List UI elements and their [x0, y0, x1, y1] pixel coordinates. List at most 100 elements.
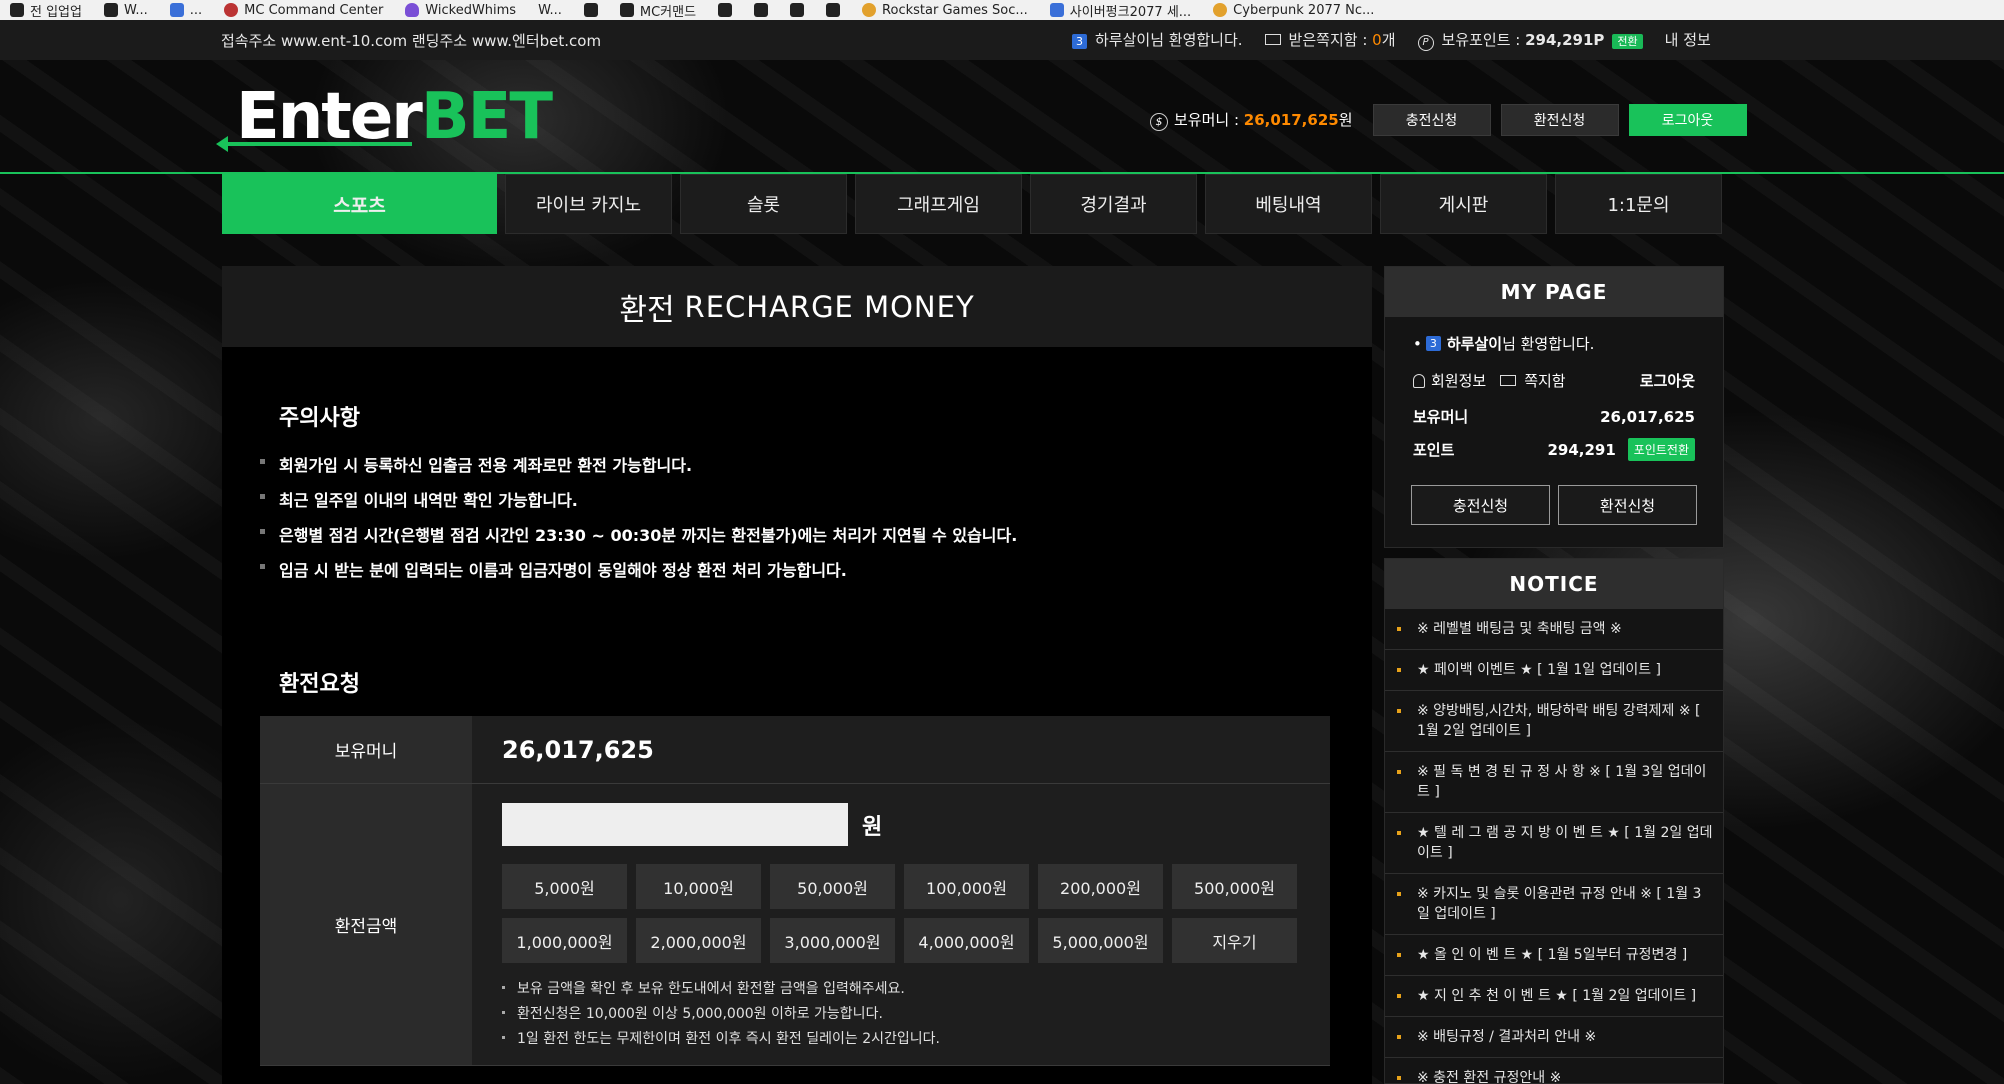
nav-bet-history[interactable]: 베팅내역 [1205, 174, 1372, 234]
nav-slot[interactable]: 슬롯 [680, 174, 847, 234]
amount-chip-500000[interactable]: 500,000원 [1172, 864, 1297, 909]
points-display: P 보유포인트 : 294,291P 전환 [1417, 29, 1643, 51]
my-page-links: 회원정보 쪽지함 로그아웃 [1413, 370, 1695, 391]
bookmark-icon [169, 3, 184, 17]
bookmark-item[interactable]: Rockstar Games Soc... [862, 3, 1028, 18]
amount-chip-3000000[interactable]: 3,000,000원 [770, 918, 895, 963]
messages-link[interactable]: 받은쪽지함 : 0개 [1264, 29, 1396, 50]
amount-chip-4000000[interactable]: 4,000,000원 [904, 918, 1029, 963]
main-nav: 스포츠 라이브 카지노 슬롯 그래프게임 경기결과 베팅내역 게시판 1:1문의 [222, 174, 1722, 234]
bookmark-item[interactable] [583, 3, 598, 17]
bookmark-icon [718, 3, 733, 17]
header-exchange-button[interactable]: 환전신청 [1500, 104, 1619, 136]
header-money: $ 보유머니 : 26,017,625원 [1150, 109, 1353, 131]
amount-chip-5000[interactable]: 5,000원 [502, 864, 627, 909]
page-title: 환전 RECHARGE MONEY [222, 266, 1372, 347]
notice-item[interactable]: ※ 배팅규정 / 결과처리 안내 ※ [1385, 1017, 1723, 1058]
bookmark-icon [10, 3, 24, 17]
caution-item: 입금 시 받는 분에 입력되는 이름과 입금자명이 동일해야 정상 환전 처리 … [260, 557, 1017, 592]
amount-chip-2000000[interactable]: 2,000,000원 [636, 918, 761, 963]
my-page-exchange-button[interactable]: 환전신청 [1558, 485, 1697, 525]
user-icon [1413, 373, 1425, 388]
bookmark-item[interactable] [754, 3, 769, 17]
amount-chips: 5,000원 10,000원 50,000원 100,000원 200,000원… [502, 864, 1297, 963]
nav-board[interactable]: 게시판 [1380, 174, 1547, 234]
notice-title: NOTICE [1385, 559, 1723, 609]
amount-chip-50000[interactable]: 50,000원 [770, 864, 895, 909]
nav-results[interactable]: 경기결과 [1030, 174, 1197, 234]
rockstar-icon [862, 3, 877, 17]
header-charge-button[interactable]: 충전신청 [1372, 104, 1491, 136]
request-heading: 환전요청 [279, 672, 360, 697]
nav-inquiry[interactable]: 1:1문의 [1555, 174, 1722, 234]
bookmark-item[interactable]: Cyberpunk 2077 Nc... [1213, 3, 1374, 18]
bookmark-item[interactable] [718, 3, 733, 17]
balance-row: 보유머니 26,017,625 [260, 716, 1330, 784]
amount-chip-1000000[interactable]: 1,000,000원 [502, 918, 627, 963]
amount-chip-100000[interactable]: 100,000원 [904, 864, 1029, 909]
hint-item: 보유 금액을 확인 후 보유 한도내에서 환전할 금액을 입력해주세요. [502, 975, 1330, 1000]
header-logout-button[interactable]: 로그아웃 [1628, 104, 1747, 136]
amount-row: 환전금액 원 5,000원 10,000원 50,000원 100,000원 2… [260, 784, 1330, 1066]
nav-graph-game[interactable]: 그래프게임 [855, 174, 1022, 234]
caution-heading: 주의사항 [279, 406, 360, 431]
bookmark-icon [619, 3, 634, 17]
blue-icon [1049, 3, 1064, 17]
caution-item: 은행별 점검 시간(은행별 점검 시간인 23:30 ~ 00:30분 까지는 … [260, 522, 1017, 557]
notice-list: ※ 레벨별 배팅금 및 축배팅 금액 ※ ★ 페이백 이벤트 ★ [ 1월 1일… [1385, 609, 1723, 1083]
my-info-link[interactable]: 내 정보 [1665, 29, 1711, 50]
bookmark-item[interactable]: W... [538, 3, 562, 18]
bookmark-item[interactable] [790, 3, 805, 17]
notice-item[interactable]: ※ 필 독 변 경 된 규 정 사 항 ※ [ 1월 3일 업데이트 ] [1385, 752, 1723, 813]
bookmark-item[interactable] [826, 3, 841, 17]
amount-chip-10000[interactable]: 10,000원 [636, 864, 761, 909]
exchange-panel: 환전 RECHARGE MONEY 주의사항 회원가입 시 등록하신 입출금 전용… [222, 266, 1372, 1084]
amount-chip-5000000[interactable]: 5,000,000원 [1038, 918, 1163, 963]
notice-item[interactable]: ※ 양방배팅,시간차, 배당하락 배팅 강력제제 ※ [ 1월 2일 업데이트 … [1385, 691, 1723, 752]
level-badge: 3 [1072, 34, 1087, 50]
bookmark-item[interactable]: 전 입업업 [10, 1, 82, 20]
welcome-message: 3 하루살이님 환영합니다. [1072, 29, 1243, 50]
bookmark-item[interactable]: WickedWhims [405, 3, 516, 18]
my-page-logout[interactable]: 로그아웃 [1640, 370, 1695, 391]
my-page-charge-button[interactable]: 충전신청 [1411, 485, 1550, 525]
notice-item[interactable]: ★ 페이백 이벤트 ★ [ 1월 1일 업데이트 ] [1385, 650, 1723, 691]
my-page-title: MY PAGE [1385, 267, 1723, 317]
won-unit: 원 [862, 814, 883, 840]
amount-chip-200000[interactable]: 200,000원 [1038, 864, 1163, 909]
bookmark-icon [790, 3, 805, 17]
member-info-link[interactable]: 회원정보 [1413, 370, 1486, 391]
point-switch-button[interactable]: 포인트전환 [1627, 438, 1695, 461]
amount-hints: 보유 금액을 확인 후 보유 한도내에서 환전할 금액을 입력해주세요. 환전신… [502, 975, 1330, 1050]
my-page-panel: MY PAGE • 3 하루살이 님 환영합니다. 회원정보 쪽지함 로그아웃 보유머… [1384, 266, 1724, 548]
balance-value: 26,017,625 [472, 716, 1330, 783]
amount-label: 환전금액 [260, 784, 472, 1065]
mc-icon [224, 3, 239, 17]
envelope-icon [1264, 34, 1281, 46]
notice-item[interactable]: ※ 충전 환전 규정안내 ※ [1385, 1058, 1723, 1083]
bookmark-item[interactable]: MC Command Center [224, 3, 383, 18]
clear-amount-button[interactable]: 지우기 [1172, 918, 1297, 963]
my-page-point-row: 포인트 294,291 포인트전환 [1413, 438, 1695, 461]
notice-item[interactable]: ※ 레벨별 배팅금 및 축배팅 금액 ※ [1385, 609, 1723, 650]
coin-icon: $ [1150, 112, 1168, 131]
caution-item: 회원가입 시 등록하신 입출금 전용 계좌로만 환전 가능합니다. [260, 452, 1017, 487]
caution-item: 최근 일주일 이내의 내역만 확인 가능합니다. [260, 487, 1017, 522]
notice-item[interactable]: ※ 카지노 및 슬롯 이용관련 규정 안내 ※ [ 1월 3일 업데이트 ] [1385, 874, 1723, 935]
balance-label: 보유머니 [260, 716, 472, 783]
point-switch-button[interactable]: 전환 [1612, 34, 1643, 49]
mailbox-link[interactable]: 쪽지함 [1500, 370, 1566, 391]
nav-live-casino[interactable]: 라이브 카지노 [505, 174, 672, 234]
site-address: 접속주소 www.ent-10.com 랜딩주소 www.엔터bet.com [221, 32, 602, 50]
logo-arrow-icon [216, 136, 412, 152]
bookmark-item[interactable]: ... [169, 3, 202, 18]
bookmark-item[interactable]: 사이버펑크2077 세... [1049, 1, 1191, 20]
bookmark-item[interactable]: W... [103, 3, 148, 18]
nav-sports[interactable]: 스포츠 [222, 174, 497, 234]
notice-item[interactable]: ★ 올 인 이 벤 트 ★ [ 1월 5일부터 규정변경 ] [1385, 935, 1723, 976]
amount-input[interactable] [502, 803, 848, 846]
bookmark-item[interactable]: MC커맨드 [619, 1, 696, 20]
notice-item[interactable]: ★ 지 인 추 천 이 벤 트 ★ [ 1월 2일 업데이트 ] [1385, 976, 1723, 1017]
notice-item[interactable]: ★ 텔 레 그 램 공 지 방 이 벤 트 ★ [ 1월 2일 업데이트 ] [1385, 813, 1723, 874]
cyberpunk-icon [1213, 3, 1228, 17]
